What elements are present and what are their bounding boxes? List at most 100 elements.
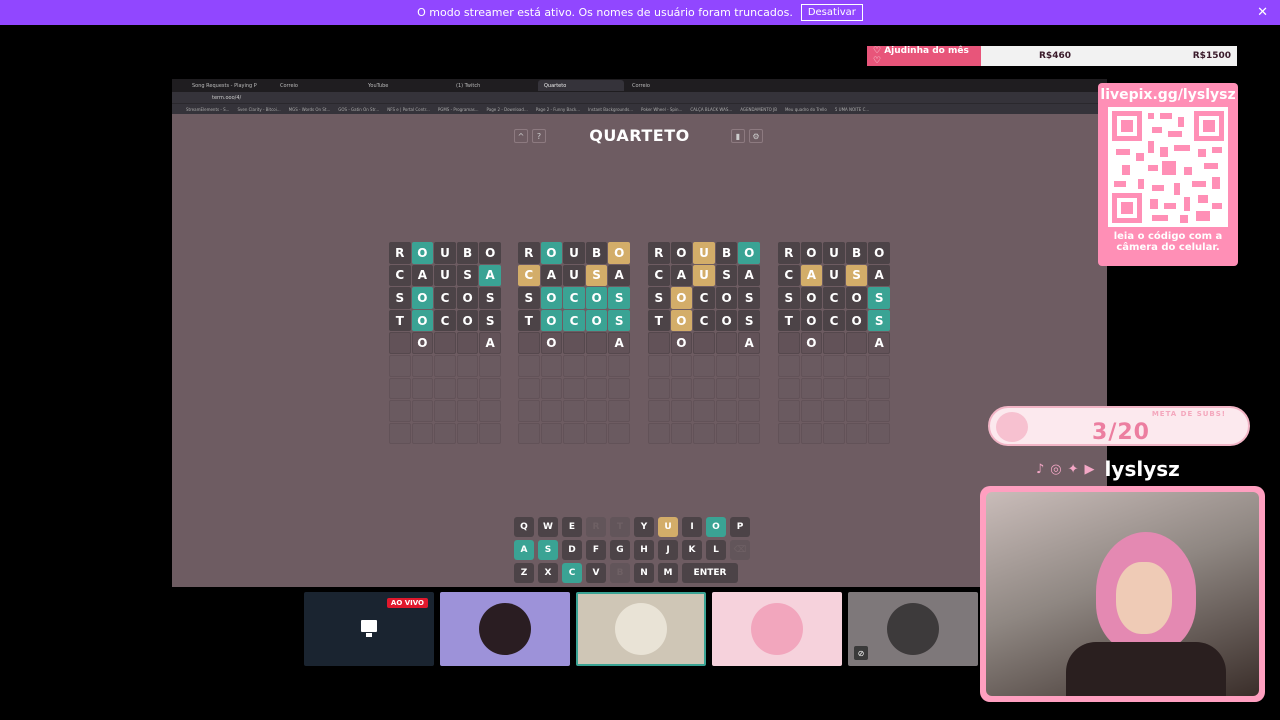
key-enter[interactable]: ENTER: [682, 563, 738, 583]
key-d[interactable]: D: [562, 540, 582, 560]
bookmarks-bar: StreamElements - S... Sven Clarity - Bitc…: [172, 103, 1107, 114]
empty-row: [648, 422, 760, 445]
goal-label: ♡ Ajudinha do mês ♡: [867, 46, 981, 66]
bookmark-item[interactable]: PGMS - Programas...: [438, 107, 479, 112]
avatar: [615, 603, 667, 655]
empty-tile: [518, 377, 540, 400]
empty-tile: [715, 354, 738, 377]
key-v[interactable]: V: [586, 563, 606, 583]
browser-tab[interactable]: (1) Twitch: [450, 80, 536, 91]
participant-tile[interactable]: [576, 592, 706, 666]
bookmark-item[interactable]: GOS - Gatin On Str...: [338, 107, 379, 112]
key-b[interactable]: B: [610, 563, 630, 583]
participant-tile[interactable]: ⊘: [848, 592, 978, 666]
key-p[interactable]: P: [730, 517, 750, 537]
letter-tile: B: [715, 242, 738, 264]
letter-tile: C: [434, 309, 456, 332]
bookmark-item[interactable]: Meu quadro do Trello: [785, 107, 827, 112]
browser-tab[interactable]: Song Requests - Playing P: [186, 80, 272, 91]
empty-tile: [670, 354, 693, 377]
browser-tab[interactable]: Quarteto: [538, 80, 624, 91]
key-backspace[interactable]: ⌫: [730, 540, 750, 560]
key-o[interactable]: O: [706, 517, 726, 537]
letter-tile: [823, 332, 845, 354]
quarteto-game: ^ ? QUARTETO ▮ ⚙ ROUBOCAUSASOCOSTOCOSOA …: [172, 114, 1107, 587]
empty-tile: [868, 422, 890, 445]
board-row: SOCOS: [518, 287, 630, 309]
key-a[interactable]: A: [514, 540, 534, 560]
bookmark-item[interactable]: Page 2 - Funny Back...: [536, 107, 580, 112]
key-t[interactable]: T: [610, 517, 630, 537]
settings-button[interactable]: ⚙: [749, 129, 763, 143]
disable-button[interactable]: Desativar: [800, 4, 863, 21]
board-row: CAUSA: [518, 264, 630, 287]
key-y[interactable]: Y: [634, 517, 654, 537]
key-h[interactable]: H: [634, 540, 654, 560]
participant-tile[interactable]: [712, 592, 842, 666]
bookmark-item[interactable]: CALÇA BLACK WAS...: [690, 107, 732, 112]
letter-tile: O: [670, 332, 693, 354]
bookmark-item[interactable]: Poker Wheel - Spin...: [641, 107, 682, 112]
key-g[interactable]: G: [610, 540, 630, 560]
key-f[interactable]: F: [586, 540, 606, 560]
browser-tab[interactable]: Correio: [274, 80, 360, 91]
key-c[interactable]: C: [562, 563, 582, 583]
address-bar[interactable]: term.ooo/4/: [172, 92, 1107, 103]
letter-tile: [389, 332, 411, 354]
board-2: ROUBOCAUSASOCOSTOCOSOA: [518, 242, 630, 445]
key-s[interactable]: S: [538, 540, 558, 560]
empty-tile: [540, 377, 563, 400]
letter-tile: O: [540, 332, 563, 354]
bookmark-item[interactable]: AGENDAMENTO JB: [740, 107, 777, 112]
key-k[interactable]: K: [682, 540, 702, 560]
letter-tile: T: [648, 309, 670, 332]
empty-tile: [670, 377, 693, 400]
key-j[interactable]: J: [658, 540, 678, 560]
key-w[interactable]: W: [538, 517, 558, 537]
empty-tile: [845, 354, 868, 377]
browser-tab[interactable]: Correio: [626, 80, 712, 91]
key-q[interactable]: Q: [514, 517, 534, 537]
key-l[interactable]: L: [706, 540, 726, 560]
empty-row: [778, 400, 890, 422]
letter-tile: S: [738, 309, 760, 332]
empty-tile: [389, 354, 411, 377]
participant-tile[interactable]: [440, 592, 570, 666]
key-i[interactable]: I: [682, 517, 702, 537]
bookmark-item[interactable]: Sven Clarity - Bitcoi...: [237, 107, 280, 112]
key-r[interactable]: R: [586, 517, 606, 537]
board-row: CAUSA: [648, 264, 760, 287]
empty-tile: [540, 422, 563, 445]
bookmark-item[interactable]: MGS - Words On St...: [289, 107, 331, 112]
screen-share-tile[interactable]: AO VIVO: [304, 592, 434, 666]
empty-tile: [800, 354, 823, 377]
board-row: OA: [778, 332, 890, 354]
bookmark-item[interactable]: 5 UMA NOITE C...: [835, 107, 869, 112]
letter-tile: C: [518, 264, 540, 287]
empty-tile: [434, 422, 456, 445]
empty-tile: [608, 354, 630, 377]
keyboard: QWERTYUIOP A S D F G H J K L ⌫ Z X C V B N M ENTER: [514, 517, 750, 586]
browser-tab[interactable]: YouTube: [362, 80, 448, 91]
key-n[interactable]: N: [634, 563, 654, 583]
key-z[interactable]: Z: [514, 563, 534, 583]
key-x[interactable]: X: [538, 563, 558, 583]
qr-code: [1108, 107, 1228, 227]
letter-tile: R: [648, 242, 670, 264]
empty-tile: [778, 377, 800, 400]
key-m[interactable]: M: [658, 563, 678, 583]
empty-tile: [585, 354, 608, 377]
empty-tile: [456, 354, 479, 377]
bookmark-item[interactable]: StreamElements - S...: [186, 107, 229, 112]
letter-tile: U: [693, 264, 715, 287]
close-icon[interactable]: ✕: [1257, 5, 1268, 20]
bookmark-item[interactable]: NFS e | Portal Contr...: [387, 107, 430, 112]
bookmark-item[interactable]: Instant Backgrounds...: [588, 107, 633, 112]
bookmark-item[interactable]: Page 2 - Download...: [487, 107, 528, 112]
empty-row: [778, 377, 890, 400]
empty-tile: [738, 422, 760, 445]
key-u[interactable]: U: [658, 517, 678, 537]
key-e[interactable]: E: [562, 517, 582, 537]
empty-tile: [389, 422, 411, 445]
stats-button[interactable]: ▮: [731, 129, 745, 143]
